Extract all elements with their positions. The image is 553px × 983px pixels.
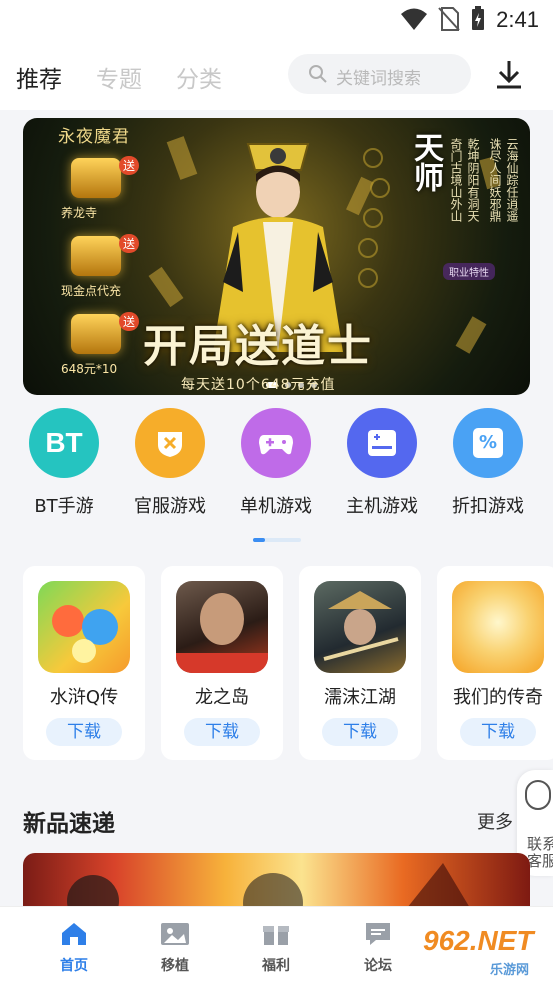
banner-verse: 乾坤阴阳有洞天 xyxy=(466,138,480,222)
gift-icon xyxy=(263,926,289,945)
category-label: 官服游戏 xyxy=(134,496,206,517)
category-official-games[interactable]: 官服游戏 xyxy=(120,408,220,518)
banner-subline: 每天送10个648元充值 xyxy=(181,377,336,393)
banner-verse: 奇门古境山外山 xyxy=(449,138,463,222)
new-release-banner[interactable] xyxy=(23,853,530,913)
game-card[interactable]: 龙之岛 下载 xyxy=(161,566,283,760)
bt-glyph: BT xyxy=(45,427,83,458)
category-label: 折扣游戏 xyxy=(452,496,524,517)
banner-verse: 诛尽人间妖邪鼎 xyxy=(488,138,502,222)
category-discount-games[interactable]: % 折扣游戏 xyxy=(438,408,538,518)
home-icon xyxy=(62,923,86,945)
reward-item: 送 养龙寺 xyxy=(53,154,153,232)
job-tag: 职业特性 xyxy=(443,263,495,280)
game-icon xyxy=(176,581,268,673)
reward-label: 现金点代充 xyxy=(61,284,122,298)
game-icon xyxy=(38,581,130,673)
contact-label: 联系客服 xyxy=(527,835,553,870)
search-input[interactable]: 关键词搜索 xyxy=(288,54,471,94)
banner-rewards: 送 养龙寺 送 现金点代充 送 648元*10 xyxy=(53,154,153,388)
reward-badge: 送 xyxy=(119,156,140,175)
banner-verse: 云海仙踪任逍遥 xyxy=(505,138,519,222)
download-icon[interactable] xyxy=(492,58,526,92)
game-icon xyxy=(314,581,406,673)
reward-badge: 送 xyxy=(119,312,140,331)
bt-icon: BT xyxy=(29,408,99,478)
banner-headline: 开局送道士 xyxy=(143,321,373,372)
download-button[interactable]: 下载 xyxy=(46,718,122,746)
reward-label: 648元*10 xyxy=(61,362,118,376)
search-placeholder: 关键词搜索 xyxy=(336,69,421,89)
promo-banner[interactable]: 永夜魔君 送 养龙寺 送 现金点代充 送 648元*10 天师 奇门古境山外山 … xyxy=(23,118,530,395)
watermark-sub: 乐游网 xyxy=(490,963,530,978)
site-watermark: 962.NET 乐游网 xyxy=(415,925,550,980)
game-icon xyxy=(452,581,544,673)
game-name: 龙之岛 xyxy=(195,687,249,708)
game-card[interactable]: 濡沫江湖 下载 xyxy=(299,566,421,760)
treasure-chest-icon xyxy=(71,314,121,354)
category-pager xyxy=(253,538,301,542)
download-button[interactable]: 下载 xyxy=(460,718,536,746)
category-console-games[interactable]: 主机游戏 xyxy=(332,408,432,518)
transfer-icon xyxy=(161,923,189,945)
support-avatar-icon xyxy=(525,780,551,810)
shield-icon xyxy=(135,408,205,478)
game-card[interactable]: 我们的传奇 下载 xyxy=(437,566,553,760)
download-button[interactable]: 下载 xyxy=(322,718,398,746)
category-label: 单机游戏 xyxy=(240,496,312,517)
game-name: 濡沫江湖 xyxy=(324,687,396,708)
discount-icon: % xyxy=(453,408,523,478)
tab-home[interactable]: 首页 xyxy=(44,921,104,975)
watermark-brand: 962.NET xyxy=(423,925,534,956)
tab-label: 首页 xyxy=(60,958,88,974)
tab-forum[interactable]: 论坛 xyxy=(348,921,408,975)
game-name: 水浒Q传 xyxy=(49,687,119,708)
game-card[interactable]: 水浒Q传 下载 xyxy=(23,566,145,760)
status-bar: 2:41 xyxy=(0,0,553,38)
treasure-chest-icon xyxy=(71,236,121,276)
featured-games: 水浒Q传 下载 龙之岛 下载 濡沫江湖 下载 我们的传奇 下载 xyxy=(0,566,553,762)
new-release-art xyxy=(67,863,473,913)
tab-topics[interactable]: 专题 xyxy=(96,60,142,94)
tab-label: 福利 xyxy=(262,958,290,974)
banner-corner-title: 永夜魔君 xyxy=(58,127,130,147)
section-title: 新品速递 xyxy=(23,811,115,837)
reward-badge: 送 xyxy=(119,234,140,253)
discount-glyph: % xyxy=(473,428,503,458)
more-label: 更多 xyxy=(477,812,513,833)
pager-indicator xyxy=(253,538,265,542)
tab-categories[interactable]: 分类 xyxy=(176,60,222,94)
wifi-icon xyxy=(401,8,427,30)
banner-vertical-title: 天师 xyxy=(408,132,443,192)
category-label: BT手游 xyxy=(34,496,94,517)
category-single-player-games[interactable]: 单机游戏 xyxy=(226,408,326,518)
no-sim-icon xyxy=(438,7,460,31)
reward-item: 送 648元*10 xyxy=(53,310,153,388)
category-row: BT BT手游 官服游戏 单机游戏 主机游戏 % 折扣游戏 xyxy=(0,408,553,528)
tab-label: 论坛 xyxy=(364,958,392,974)
game-name: 我们的传奇 xyxy=(453,687,543,708)
tab-welfare[interactable]: 福利 xyxy=(246,921,306,975)
reward-label: 养龙寺 xyxy=(61,206,98,220)
download-button[interactable]: 下载 xyxy=(184,718,260,746)
category-bt-games[interactable]: BT BT手游 xyxy=(14,408,114,518)
category-label: 主机游戏 xyxy=(346,496,418,517)
tab-label: 移植 xyxy=(161,958,189,974)
tab-transfer[interactable]: 移植 xyxy=(145,921,205,975)
console-icon xyxy=(347,408,417,478)
forum-icon xyxy=(366,923,390,945)
treasure-chest-icon xyxy=(71,158,121,198)
tab-recommend[interactable]: 推荐 xyxy=(16,60,62,94)
search-icon xyxy=(309,65,327,83)
battery-icon xyxy=(472,6,484,30)
gamepad-icon xyxy=(241,408,311,478)
reward-item: 送 现金点代充 xyxy=(53,232,153,310)
clock: 2:41 xyxy=(496,7,539,32)
top-header: 推荐 专题 分类 关键词搜索 xyxy=(0,38,553,110)
